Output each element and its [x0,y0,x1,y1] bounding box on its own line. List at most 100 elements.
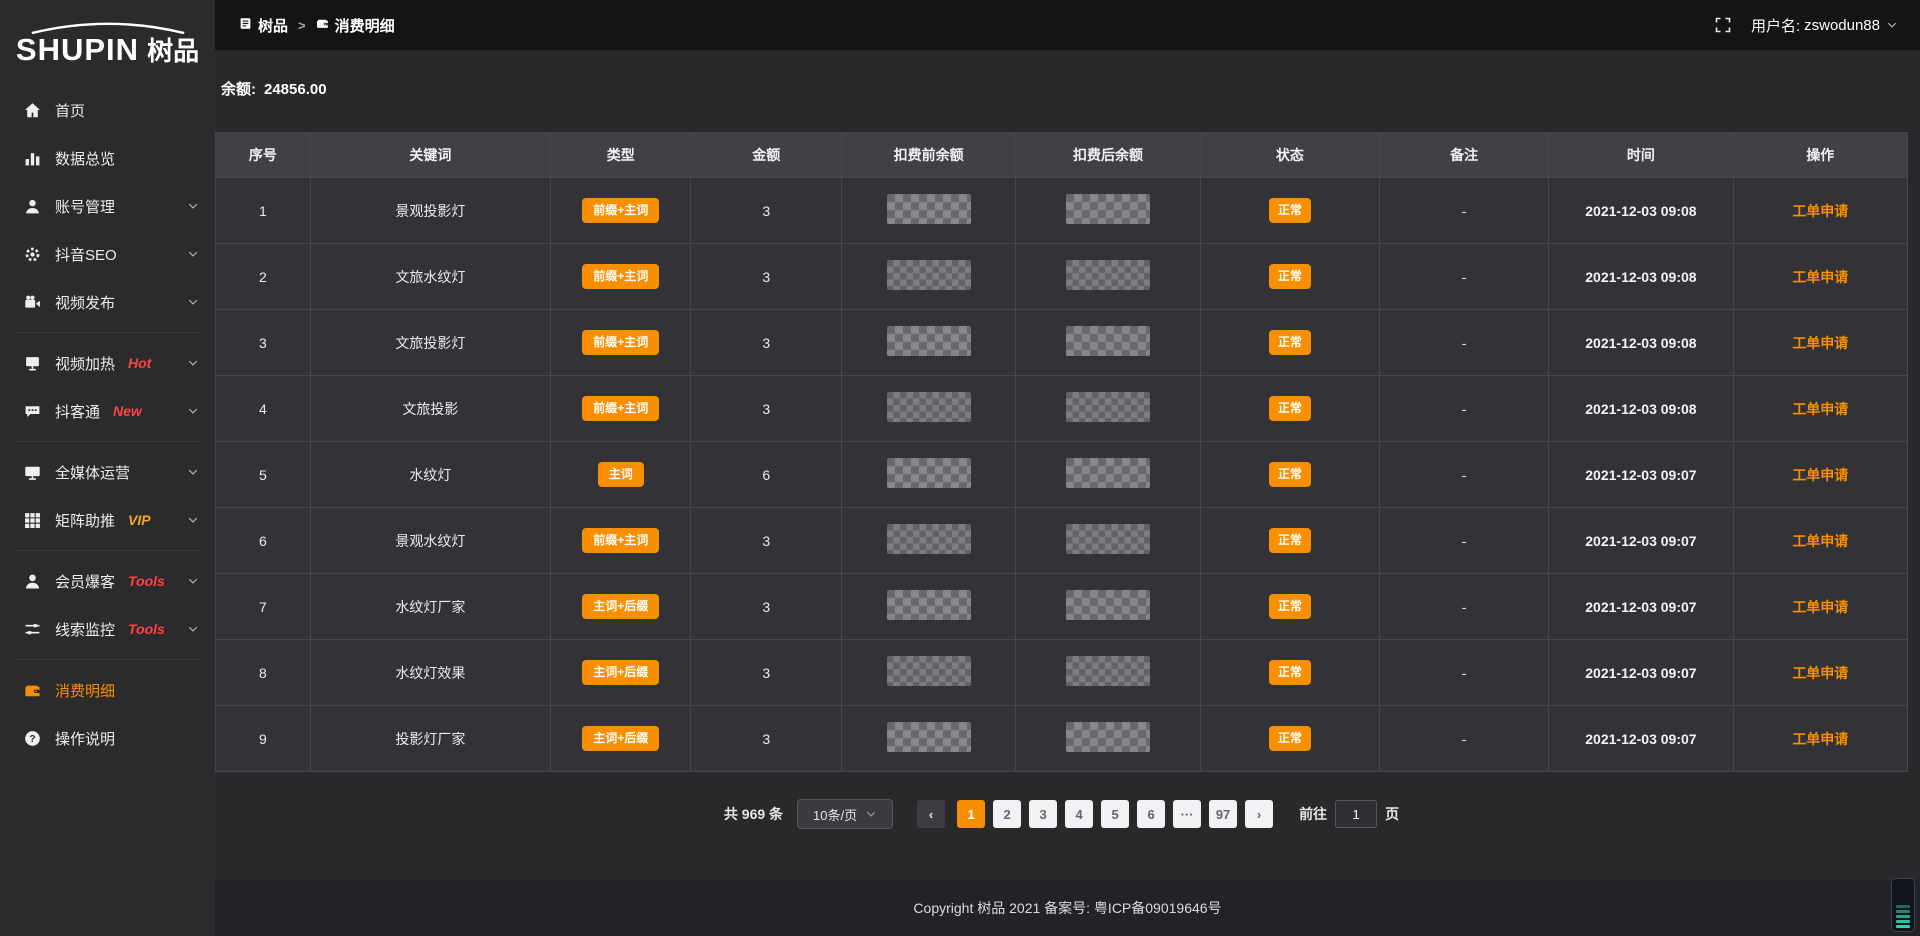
wallet-icon [316,17,329,34]
breadcrumb: 树品 > 消费明细 [239,15,395,36]
type-badge: 主词 [598,462,644,486]
status-badge: 正常 [1269,594,1311,618]
redacted-balance-after [1066,458,1150,488]
sidebar-divider [16,332,199,333]
goto-label: 前往 [1299,804,1327,824]
column-header-扣费后余额: 扣费后余额 [1016,133,1200,178]
table-row: 7 水纹灯厂家 主词+后缀 3 正常 - 2021-12-03 09:07 工单… [216,574,1908,640]
breadcrumb-item[interactable]: 树品 [239,15,288,36]
page-size-value: 10条/页 [813,805,857,824]
gear-icon [24,246,41,263]
chevron-down-icon [865,808,877,820]
work-order-link[interactable]: 工单申请 [1792,665,1848,681]
breadcrumb-item[interactable]: 消费明细 [316,15,395,36]
cell-time: 2021-12-03 09:07 [1549,640,1733,706]
sidebar-item-label: 线索监控 [55,619,115,640]
sidebar-item-账号管理[interactable]: 账号管理 [0,182,215,230]
page-buttons: 123456 ··· 97 [957,800,1237,828]
sidebar-divider [16,441,199,442]
status-badge: 正常 [1269,396,1311,420]
browser-extension-widget[interactable] [1891,878,1915,932]
cell-keyword: 文旅投影 [310,376,550,442]
sidebar-item-badge: New [113,403,142,419]
type-badge: 主词+后缀 [582,594,659,618]
work-order-link[interactable]: 工单申请 [1792,731,1848,747]
pagination: 共 969 条 10条/页 ‹ 123456···97 › 前往 页 [215,799,1908,829]
sidebar-item-全媒体运营[interactable]: 全媒体运营 [0,448,215,496]
users-icon [24,573,41,590]
column-header-序号: 序号 [216,133,311,178]
work-order-link[interactable]: 工单申请 [1792,269,1848,285]
page-button-6[interactable]: 6 [1137,800,1165,828]
table-header-row: 序号关键词类型金额扣费前余额扣费后余额状态备注时间操作 [216,133,1908,178]
sidebar-item-矩阵助推[interactable]: 矩阵助推 VIP [0,496,215,544]
monitor-icon [24,464,41,481]
cell-remark: - [1380,244,1549,310]
sidebar-item-label: 全媒体运营 [55,462,130,483]
sidebar-item-消费明细[interactable]: 消费明细 [0,666,215,714]
cell-amount: 3 [691,310,842,376]
work-order-link[interactable]: 工单申请 [1792,467,1848,483]
sidebar-item-视频发布[interactable]: 视频发布 [0,278,215,326]
table-row: 9 投影灯厂家 主词+后缀 3 正常 - 2021-12-03 09:07 工单… [216,706,1908,772]
work-order-link[interactable]: 工单申请 [1792,335,1848,351]
cell-remark: - [1380,574,1549,640]
goto-page-input[interactable] [1335,800,1377,828]
video-icon [24,294,41,311]
work-order-link[interactable]: 工单申请 [1792,203,1848,219]
topbar-right: 用户名: zswodun88 [1715,15,1898,36]
page-button-3[interactable]: 3 [1029,800,1057,828]
cell-keyword: 景观水纹灯 [310,508,550,574]
page-button-97[interactable]: 97 [1209,800,1237,828]
status-badge: 正常 [1269,726,1311,750]
user-menu[interactable]: 用户名: zswodun88 [1751,15,1898,36]
table-row: 2 文旅水纹灯 前缀+主词 3 正常 - 2021-12-03 09:08 工单… [216,244,1908,310]
page-button-4[interactable]: 4 [1065,800,1093,828]
breadcrumb-separator: > [298,18,306,33]
redacted-balance-before [887,260,971,290]
sidebar-item-抖客通[interactable]: 抖客通 New [0,387,215,435]
redacted-balance-before [887,326,971,356]
fullscreen-icon[interactable] [1715,17,1731,33]
sidebar-item-线索监控[interactable]: 线索监控 Tools [0,605,215,653]
sidebar-divider [16,659,199,660]
redacted-balance-before [887,524,971,554]
sidebar-item-视频加热[interactable]: 视频加热 Hot [0,339,215,387]
balance-label: 余额: [221,81,256,98]
status-badge: 正常 [1269,264,1311,288]
sidebar-nav: 首页 数据总览 账号管理 抖音SEO 视频发布 视频加热 Hot [0,78,215,762]
sidebar-item-数据总览[interactable]: 数据总览 [0,134,215,182]
type-badge: 前缀+主词 [582,198,659,222]
cell-index: 5 [216,442,311,508]
work-order-link[interactable]: 工单申请 [1792,533,1848,549]
cell-amount: 3 [691,640,842,706]
prev-page-button[interactable]: ‹ [917,800,945,828]
work-order-link[interactable]: 工单申请 [1792,599,1848,615]
page-button-5[interactable]: 5 [1101,800,1129,828]
redacted-balance-before [887,656,971,686]
page-button-2[interactable]: 2 [993,800,1021,828]
page-size-select[interactable]: 10条/页 [797,799,893,829]
consumption-table: 序号关键词类型金额扣费前余额扣费后余额状态备注时间操作 1 景观投影灯 前缀+主… [215,132,1908,772]
cell-amount: 3 [691,508,842,574]
sidebar-item-首页[interactable]: 首页 [0,86,215,134]
sidebar: SHUPIN 树品 首页 数据总览 账号管理 抖音SEO 视频发布 [0,0,215,936]
cell-remark: - [1380,178,1549,244]
table-row: 5 水纹灯 主词 6 正常 - 2021-12-03 09:07 工单申请 [216,442,1908,508]
type-badge: 前缀+主词 [582,396,659,420]
work-order-link[interactable]: 工单申请 [1792,401,1848,417]
page-ellipsis-button[interactable]: ··· [1173,800,1201,828]
main-content: 余额:24856.00 序号关键词类型金额扣费前余额扣费后余额状态备注时间操作 … [215,50,1920,880]
sidebar-item-抖音SEO[interactable]: 抖音SEO [0,230,215,278]
redacted-balance-after [1066,656,1150,686]
cell-keyword: 景观投影灯 [310,178,550,244]
sidebar-item-会员爆客[interactable]: 会员爆客 Tools [0,557,215,605]
cell-keyword: 水纹灯 [310,442,550,508]
cell-amount: 6 [691,442,842,508]
column-header-备注: 备注 [1380,133,1549,178]
wallet-icon [24,682,41,699]
next-page-button[interactable]: › [1245,800,1273,828]
page-button-1[interactable]: 1 [957,800,985,828]
footer: Copyright 树品 2021 备案号: 粤ICP备09019646号 [215,880,1920,936]
sidebar-item-操作说明[interactable]: 操作说明 [0,714,215,762]
